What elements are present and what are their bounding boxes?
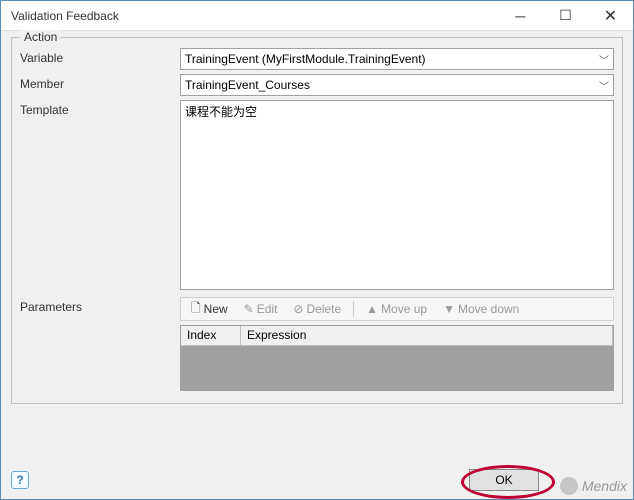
variable-select[interactable]: TrainingEvent (MyFirstModule.TrainingEve…	[180, 48, 614, 70]
parameters-row: Parameters 🗋 New ✎ Edit ⊘ Dele	[20, 297, 614, 391]
grid-body	[181, 346, 613, 390]
chevron-down-icon: ﹀	[595, 78, 609, 93]
chevron-down-icon: ﹀	[595, 52, 609, 67]
dialog-footer: ? OK	[11, 469, 623, 491]
variable-value: TrainingEvent (MyFirstModule.TrainingEve…	[185, 52, 595, 66]
member-select[interactable]: TrainingEvent_Courses ﹀	[180, 74, 614, 96]
titlebar: Validation Feedback ─ ☐ ✕	[1, 1, 633, 31]
file-icon: 🗋	[191, 299, 201, 320]
member-row: Member TrainingEvent_Courses ﹀	[20, 74, 614, 96]
groupbox-title: Action	[20, 30, 61, 44]
template-row: Template	[20, 100, 614, 293]
action-groupbox: Action Variable TrainingEvent (MyFirstMo…	[11, 37, 623, 404]
minimize-button[interactable]: ─	[498, 1, 543, 30]
move-down-button[interactable]: ▼ Move down	[437, 300, 525, 318]
prohibit-icon: ⊘	[293, 302, 303, 316]
grid-header: Index Expression	[181, 326, 613, 346]
new-button[interactable]: 🗋 New	[185, 297, 234, 322]
variable-row: Variable TrainingEvent (MyFirstModule.Tr…	[20, 48, 614, 70]
col-index[interactable]: Index	[181, 326, 241, 345]
pencil-icon: ✎	[244, 302, 254, 316]
triangle-down-icon: ▼	[443, 302, 455, 316]
variable-label: Variable	[20, 48, 180, 65]
parameters-label: Parameters	[20, 297, 180, 314]
col-expression[interactable]: Expression	[241, 326, 613, 345]
triangle-up-icon: ▲	[366, 302, 378, 316]
window-controls: ─ ☐ ✕	[498, 1, 633, 30]
template-label: Template	[20, 100, 180, 117]
close-button[interactable]: ✕	[588, 1, 633, 30]
parameters-grid[interactable]: Index Expression	[180, 325, 614, 391]
delete-label: Delete	[306, 302, 341, 316]
maximize-button[interactable]: ☐	[543, 1, 588, 30]
window-title: Validation Feedback	[11, 9, 498, 23]
toolbar-separator	[353, 301, 354, 317]
moveup-label: Move up	[381, 302, 427, 316]
new-label: New	[204, 302, 228, 316]
edit-button[interactable]: ✎ Edit	[238, 300, 284, 318]
ok-button[interactable]: OK	[469, 469, 539, 491]
member-label: Member	[20, 74, 180, 91]
dialog-content: Action Variable TrainingEvent (MyFirstMo…	[1, 31, 633, 420]
help-icon[interactable]: ?	[11, 471, 29, 489]
dialog-window: Validation Feedback ─ ☐ ✕ Action Variabl…	[0, 0, 634, 500]
edit-label: Edit	[257, 302, 278, 316]
ok-label: OK	[495, 473, 512, 487]
template-textarea[interactable]	[180, 100, 614, 290]
member-value: TrainingEvent_Courses	[185, 78, 595, 92]
movedown-label: Move down	[458, 302, 519, 316]
delete-button[interactable]: ⊘ Delete	[287, 300, 347, 318]
parameters-toolbar: 🗋 New ✎ Edit ⊘ Delete ▲	[180, 297, 614, 321]
move-up-button[interactable]: ▲ Move up	[360, 300, 433, 318]
